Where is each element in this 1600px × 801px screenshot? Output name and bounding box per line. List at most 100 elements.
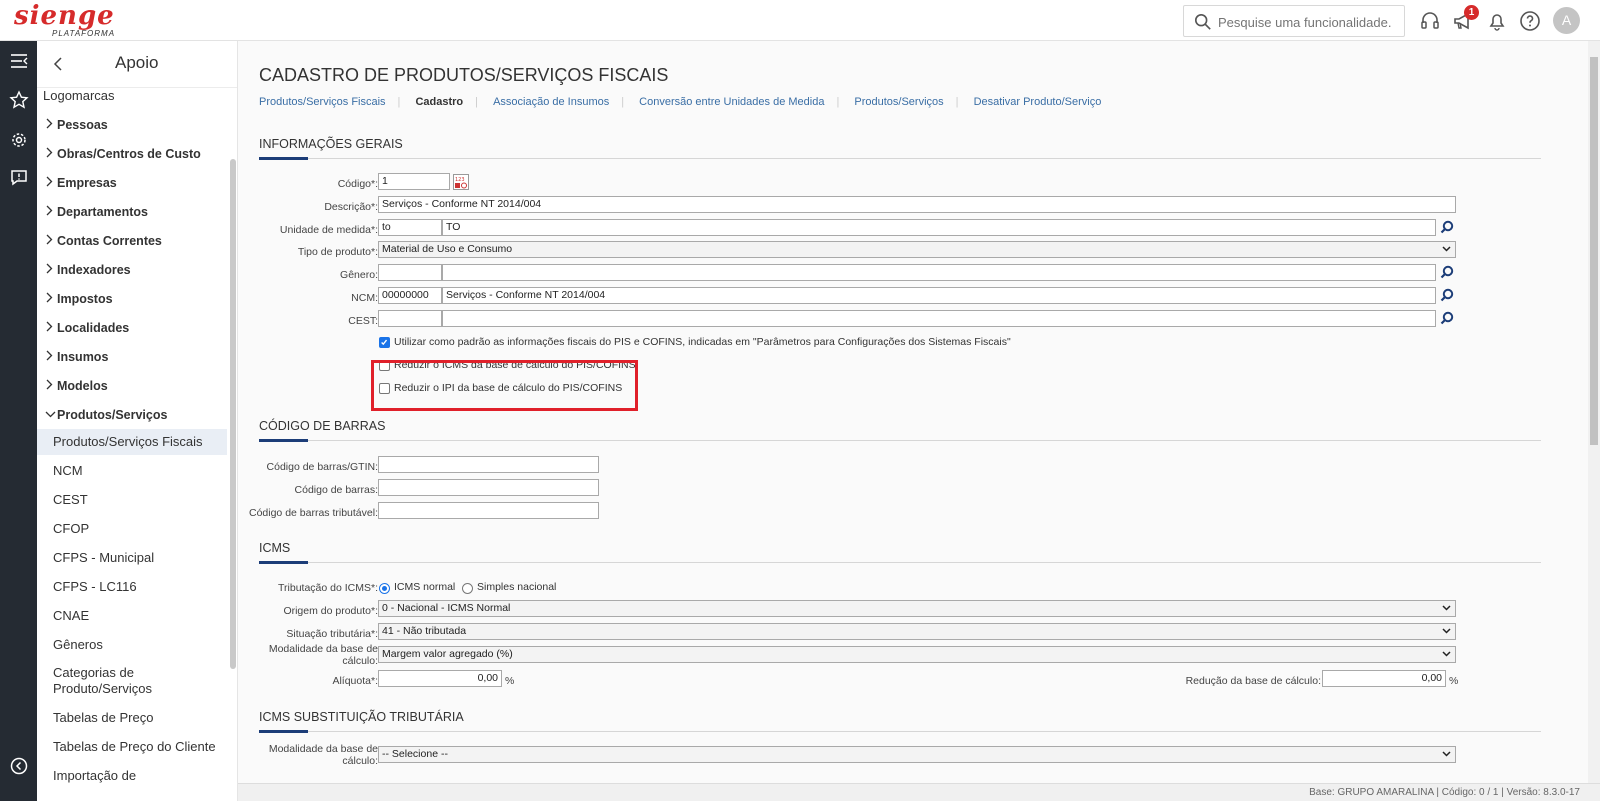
sidebar-item[interactable]: Categorias de Produto/Serviços [37,665,227,697]
collapse-icon[interactable] [9,756,29,776]
sidebar-item[interactable]: Insumos [37,349,227,365]
chevron-down-icon [1442,246,1451,252]
sidebar-item[interactable]: Tabelas de Preço [37,710,227,726]
cest-code-field[interactable] [378,310,442,327]
sidebar-item[interactable]: Logomarcas [37,88,227,104]
sidebar-item[interactable]: Modelos [37,378,227,394]
sidebar-scrollbar[interactable] [230,159,236,669]
unidade-label: Unidade de medida*: [279,224,378,236]
sidebar-item[interactable]: Obras/Centros de Custo [37,146,227,162]
aliquota-label: Alíquota*: [332,675,378,687]
tab-produtos-servicos-fiscais[interactable]: Produtos/Serviços Fiscais [259,96,386,108]
sidebar-item[interactable]: Contas Correntes [37,233,227,249]
sidebar-item-label: Contas Correntes [57,234,162,248]
section-title: ICMS [259,541,291,555]
ncm-code-field[interactable]: 00000000 [378,287,442,304]
bell-icon[interactable] [1486,10,1508,32]
sidebar-item[interactable]: Impostos [37,291,227,307]
search-input[interactable] [1218,12,1398,32]
sidebar-item[interactable]: CEST [37,492,227,508]
sidebar-title: Apoio [115,53,159,72]
situacao-select[interactable]: 41 - Não tributada [378,623,1456,640]
back-arrow-icon[interactable] [51,55,67,73]
cest-name-field[interactable] [442,310,1436,327]
unidade-code-field[interactable]: to [378,219,442,236]
genero-name-field[interactable] [442,264,1436,281]
section-icms: ICMS [259,541,1541,564]
search-cest-icon[interactable] [1440,311,1454,325]
descricao-field[interactable]: Serviços - Conforme NT 2014/004 [378,196,1456,213]
star-icon[interactable] [9,90,29,110]
sidebar-item[interactable]: CFPS - Municipal [37,550,227,566]
origem-select[interactable]: 0 - Nacional - ICMS Normal [378,600,1456,617]
tab-associacao-insumos[interactable]: Associação de Insumos [493,96,609,108]
logo-brand: sienge [14,1,115,31]
breadcrumb-tabs: Produtos/Serviços Fiscais | Cadastro | Ass… [259,96,1102,108]
scrollbar-thumb[interactable] [1590,57,1598,445]
pis-cofins-default-label: Utilizar como padrão as informações fisc… [394,336,1011,348]
icon-rail [0,41,37,801]
page-scrollbar[interactable] [1588,41,1600,783]
search-ncm-icon[interactable] [1440,288,1454,302]
sidebar-item-label: Gêneros [53,637,103,652]
sidebar-item-label: Insumos [57,350,109,364]
unidade-name-field[interactable]: TO [442,219,1436,236]
sidebar-item-label: Logomarcas [43,88,115,103]
modalidade-st-select[interactable]: -- Selecione -- [378,746,1456,763]
sidebar-item-label: CNAE [53,608,90,623]
sidebar-item-label: Empresas [57,176,117,190]
menu-toggle-icon[interactable] [9,51,29,71]
notification-badge: 1 [1464,5,1479,20]
reducao-field[interactable]: 0,00 [1322,670,1446,687]
sidebar-item[interactable]: Produtos/Serviços Fiscais [37,429,227,455]
help-icon[interactable] [1519,10,1541,32]
sidebar-item[interactable]: Indexadores [37,262,227,278]
sidebar-item[interactable]: CFPS - LC116 [37,579,227,595]
sidebar-item[interactable]: Produtos/Serviços [37,407,227,423]
tab-desativar[interactable]: Desativar Produto/Serviço [974,96,1102,108]
gear-icon[interactable] [9,130,29,150]
section-icms-st: ICMS SUBSTITUIÇÃO TRIBUTÁRIA [259,710,1541,733]
reducao-percent: % [1449,675,1459,687]
sidebar-item[interactable]: Departamentos [37,204,227,220]
icms-normal-label: ICMS normal [394,581,456,593]
avatar[interactable]: A [1553,7,1580,34]
search-icon [1194,13,1211,30]
search-genero-icon[interactable] [1440,265,1454,279]
feedback-icon[interactable] [9,168,29,188]
ncm-name-field[interactable]: Serviços - Conforme NT 2014/004 [442,287,1436,304]
sidebar-item[interactable]: Localidades [37,320,227,336]
search-unidade-icon[interactable] [1440,220,1454,234]
sidebar-item[interactable]: Pessoas [37,117,227,133]
sienge-logo[interactable]: sienge PLATAFORMA [14,1,115,40]
aliquota-percent: % [505,675,515,687]
headset-icon[interactable] [1419,10,1441,32]
codigo-barras-label: Código de barras: [294,484,378,496]
next-code-icon[interactable]: 123 [453,174,469,190]
tab-conversao-unidades[interactable]: Conversão entre Unidades de Medida [639,96,824,108]
codigo-barras-tributavel-field[interactable] [378,502,599,519]
origem-value: 0 - Nacional - ICMS Normal [382,602,511,614]
sidebar-item[interactable]: CNAE [37,608,227,624]
sidebar-item[interactable]: Importação de [37,768,227,784]
sidebar-item[interactable]: Gêneros [37,637,227,653]
sidebar-item[interactable]: Empresas [37,175,227,191]
simples-nacional-radio[interactable] [462,583,473,594]
tab-cadastro[interactable]: Cadastro [415,96,463,108]
chevron-right-icon [45,117,57,133]
sidebar-item[interactable]: NCM [37,463,227,479]
codigo-field[interactable]: 1 [378,173,450,190]
gtin-field[interactable] [378,456,599,473]
tab-produtos-servicos[interactable]: Produtos/Serviços [854,96,943,108]
search-box[interactable] [1183,5,1405,37]
pis-cofins-default-checkbox[interactable] [379,337,390,348]
aliquota-field[interactable]: 0,00 [378,670,502,687]
icms-normal-radio[interactable] [379,583,390,594]
sidebar-item-label: CFOP [53,521,90,536]
genero-code-field[interactable] [378,264,442,281]
modalidade-select[interactable]: Margem valor agregado (%) [378,646,1456,663]
codigo-barras-field[interactable] [378,479,599,496]
sidebar-item[interactable]: Tabelas de Preço do Cliente [37,739,227,755]
sidebar-item[interactable]: CFOP [37,521,227,537]
tipo-select[interactable]: Material de Uso e Consumo [378,241,1456,258]
